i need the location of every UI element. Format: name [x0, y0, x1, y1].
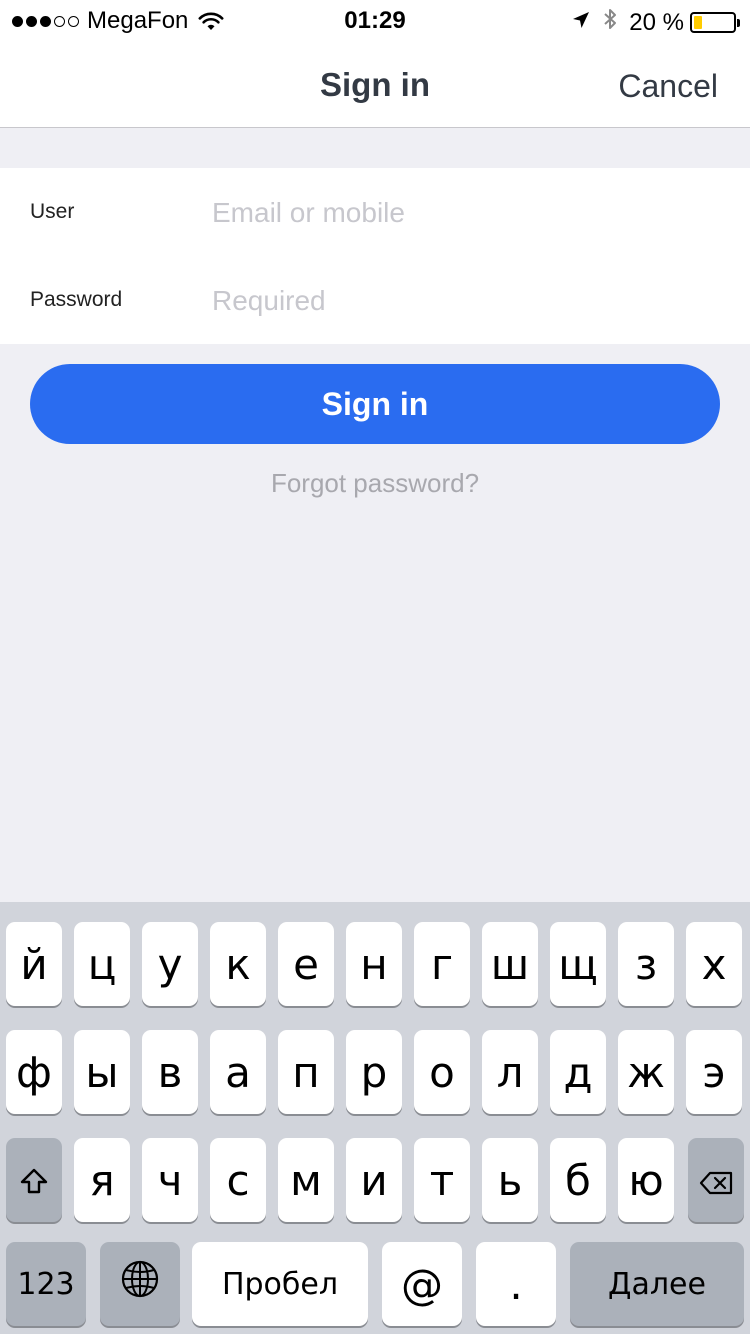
- key-row2-10[interactable]: э: [686, 1030, 742, 1114]
- key-row1-2[interactable]: у: [142, 922, 198, 1006]
- key-row3-2[interactable]: с: [210, 1138, 266, 1222]
- key-row2-2[interactable]: в: [142, 1030, 198, 1114]
- key-row1-5[interactable]: н: [346, 922, 402, 1006]
- dot-key[interactable]: .: [476, 1242, 556, 1326]
- key-row2-6[interactable]: о: [414, 1030, 470, 1114]
- backspace-key[interactable]: [688, 1138, 744, 1222]
- globe-icon: [120, 1259, 160, 1309]
- key-row3-4[interactable]: и: [346, 1138, 402, 1222]
- battery-icon: [690, 12, 740, 33]
- password-row: Password: [0, 256, 750, 344]
- at-key[interactable]: @: [382, 1242, 462, 1326]
- location-arrow-icon: [571, 9, 591, 37]
- status-bar: MegaFon 01:29 20 %: [0, 0, 750, 40]
- sign-in-button[interactable]: Sign in: [30, 364, 720, 444]
- key-row1-1[interactable]: ц: [74, 922, 130, 1006]
- backspace-icon: [699, 1156, 733, 1205]
- key-row1-4[interactable]: е: [278, 922, 334, 1006]
- key-row2-7[interactable]: л: [482, 1030, 538, 1114]
- shift-key[interactable]: [6, 1138, 62, 1222]
- key-row3-8[interactable]: ю: [618, 1138, 674, 1222]
- key-row3-6[interactable]: ь: [482, 1138, 538, 1222]
- key-row3-5[interactable]: т: [414, 1138, 470, 1222]
- key-row3-0[interactable]: я: [74, 1138, 130, 1222]
- key-row3-3[interactable]: м: [278, 1138, 334, 1222]
- login-form: User Password: [0, 168, 750, 344]
- navigation-bar: Sign in Cancel: [0, 40, 750, 128]
- key-row3-1[interactable]: ч: [142, 1138, 198, 1222]
- user-row: User: [0, 168, 750, 256]
- key-row3-7[interactable]: б: [550, 1138, 606, 1222]
- bluetooth-icon: [603, 7, 617, 38]
- key-row2-5[interactable]: р: [346, 1030, 402, 1114]
- keyboard: 123 Пробел @ . Далее йцукенгшщзх фывапрол…: [0, 902, 750, 1334]
- key-row1-6[interactable]: г: [414, 922, 470, 1006]
- battery-percent: 20 %: [629, 8, 684, 36]
- key-row1-3[interactable]: к: [210, 922, 266, 1006]
- user-label: User: [30, 200, 75, 223]
- user-input[interactable]: [212, 188, 712, 238]
- key-row1-8[interactable]: щ: [550, 922, 606, 1006]
- key-row1-9[interactable]: з: [618, 922, 674, 1006]
- globe-key[interactable]: [100, 1242, 180, 1326]
- status-right: 20 %: [571, 7, 740, 38]
- password-label: Password: [30, 288, 123, 311]
- forgot-password-link[interactable]: Forgot password?: [0, 468, 750, 499]
- key-row1-7[interactable]: ш: [482, 922, 538, 1006]
- numbers-key[interactable]: 123: [6, 1242, 86, 1326]
- cancel-button[interactable]: Cancel: [618, 68, 718, 105]
- key-row1-0[interactable]: й: [6, 922, 62, 1006]
- key-row2-0[interactable]: ф: [6, 1030, 62, 1114]
- key-row1-10[interactable]: х: [686, 922, 742, 1006]
- shift-icon: [19, 1156, 49, 1205]
- key-row2-1[interactable]: ы: [74, 1030, 130, 1114]
- key-row2-4[interactable]: п: [278, 1030, 334, 1114]
- battery-level: [694, 16, 702, 29]
- space-key[interactable]: Пробел: [192, 1242, 368, 1326]
- key-row2-8[interactable]: д: [550, 1030, 606, 1114]
- password-input[interactable]: [212, 276, 712, 326]
- key-row2-9[interactable]: ж: [618, 1030, 674, 1114]
- return-key[interactable]: Далее: [570, 1242, 744, 1326]
- key-row2-3[interactable]: а: [210, 1030, 266, 1114]
